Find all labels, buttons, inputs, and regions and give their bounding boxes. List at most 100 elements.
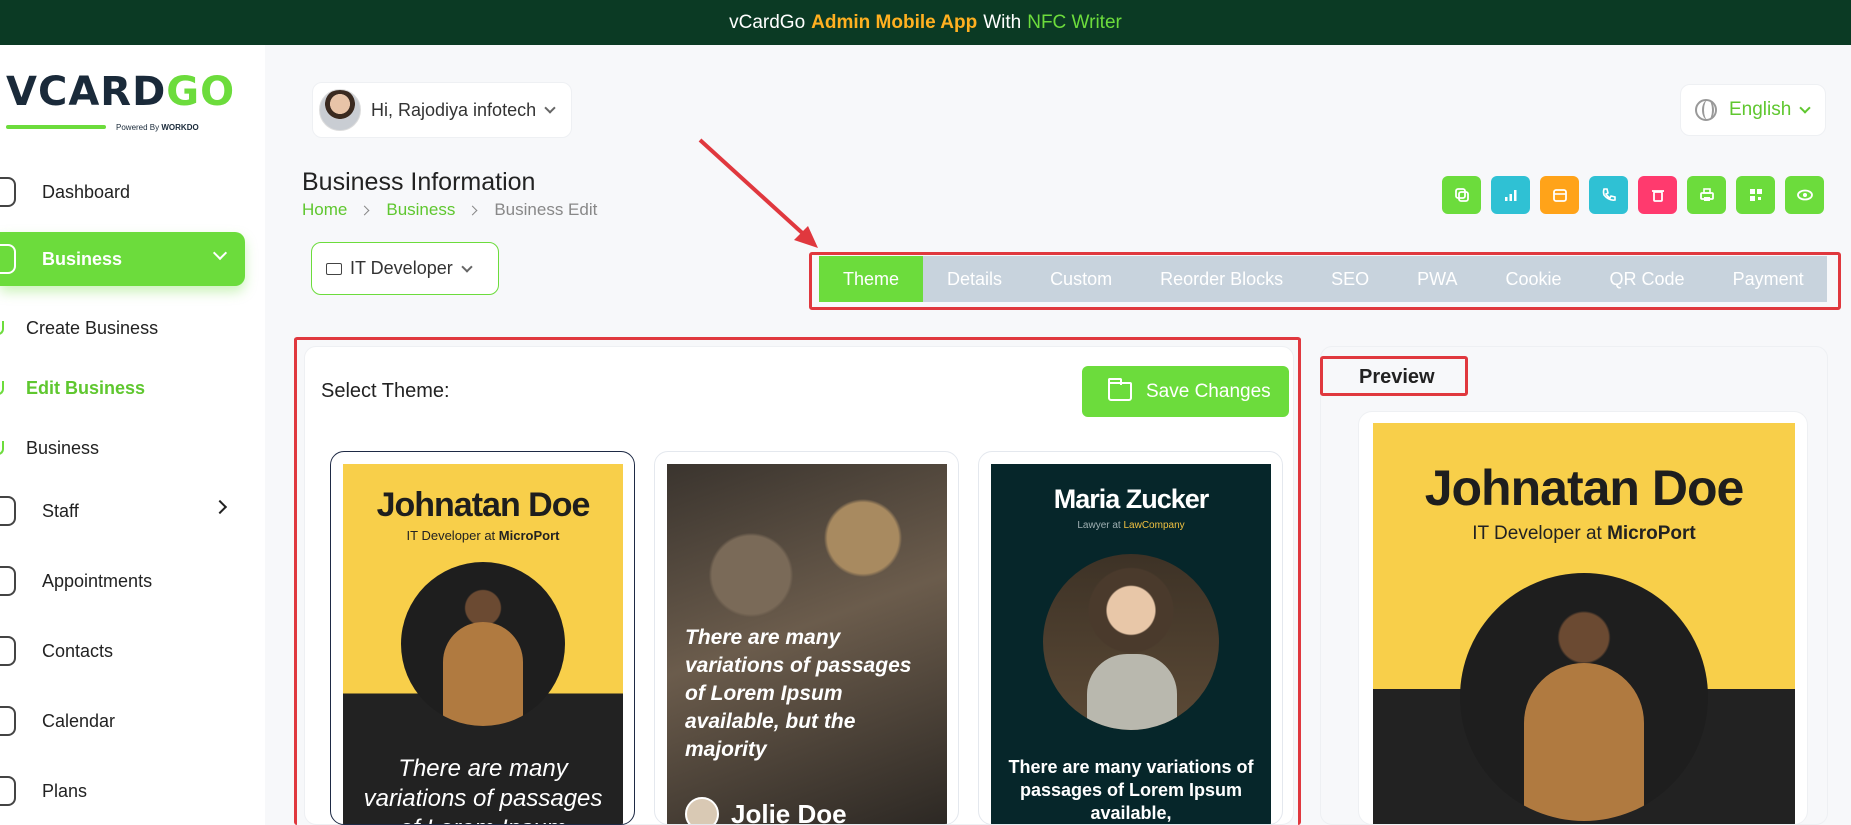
theme-quote: There are many variations of passages of… <box>685 626 912 761</box>
sidebar-item-staff[interactable]: Staff <box>0 484 245 538</box>
user-menu[interactable]: Hi, Rajodiya infotech <box>312 82 572 138</box>
eye-icon <box>1796 189 1813 201</box>
sidebar-subitem-label: Business <box>26 437 100 458</box>
plans-icon <box>0 776 16 806</box>
sidebar-item-business[interactable]: Business <box>0 232 245 286</box>
copy-icon <box>1454 188 1469 202</box>
sidebar-item-calendar[interactable]: Calendar <box>0 694 245 748</box>
theme-name: Maria Zucker <box>1053 484 1210 514</box>
preview-label: Preview <box>1359 366 1435 388</box>
business-icon <box>0 244 16 274</box>
theme-signature: Jolie Doe <box>685 797 847 824</box>
breadcrumb-business[interactable]: Business <box>386 200 455 220</box>
business-select[interactable]: IT Developer <box>311 242 499 295</box>
tree-branch-icon <box>0 321 4 335</box>
calendar-icon <box>1552 189 1567 202</box>
page-title: Business Information <box>302 168 536 196</box>
select-theme-label: Select Theme: <box>321 380 450 402</box>
sidebar-item-appointments[interactable]: Appointments <box>0 554 245 608</box>
sidebar-item-contacts[interactable]: Contacts <box>0 624 245 678</box>
contacts-icon <box>0 636 16 666</box>
preview-role: IT Developer at MicroPort <box>1472 523 1696 544</box>
preview-frame[interactable]: Johnatan Doe IT Developer at MicroPort <box>1358 411 1808 825</box>
sidebar-item-label: Dashboard <box>42 181 131 202</box>
analytics-button[interactable] <box>1491 176 1530 214</box>
breadcrumb-home[interactable]: Home <box>302 200 347 220</box>
tab-bar: Theme Details Custom Reorder Blocks SEO … <box>819 256 1827 302</box>
promo-banner[interactable]: vCardGo Admin Mobile App With NFC Writer <box>0 0 1851 45</box>
tab-custom[interactable]: Custom <box>1026 256 1136 302</box>
trash-icon <box>1651 190 1664 202</box>
avatar <box>685 797 719 824</box>
theme-thumbnail: Maria Zucker Lawyer at LawCompany There … <box>991 464 1271 824</box>
promo-text: vCardGo <box>729 11 806 33</box>
tab-cookie[interactable]: Cookie <box>1481 256 1585 302</box>
business-select-value: IT Developer <box>350 258 453 278</box>
user-greeting: Hi, Rajodiya infotech <box>371 99 537 120</box>
theme-card-2[interactable]: There are many variations of passages of… <box>654 451 959 825</box>
promo-highlight-app: Admin Mobile App <box>811 11 978 33</box>
promo-text-with: With <box>983 11 1022 33</box>
language-selector[interactable]: English <box>1680 84 1826 136</box>
tab-seo[interactable]: SEO <box>1307 256 1393 302</box>
sidebar-item-label: Plans <box>42 780 88 801</box>
theme-name: Johnatan Doe <box>376 486 591 524</box>
print-button[interactable] <box>1687 176 1726 214</box>
tab-payment[interactable]: Payment <box>1709 256 1828 302</box>
save-changes-button[interactable]: Save Changes <box>1082 366 1289 417</box>
profile-photo <box>1043 554 1219 730</box>
globe-icon <box>1695 99 1717 121</box>
tab-pwa[interactable]: PWA <box>1393 256 1481 302</box>
sidebar-item-label: Contacts <box>42 640 114 661</box>
breadcrumb-current: Business Edit <box>494 200 598 219</box>
sidebar-subitem-create-business[interactable]: Create Business <box>0 308 158 348</box>
language-label: English <box>1729 99 1792 120</box>
sidebar-item-dashboard[interactable]: Dashboard <box>0 165 245 219</box>
tree-branch-icon <box>0 381 4 395</box>
sidebar-item-plans[interactable]: Plans <box>0 764 245 818</box>
sidebar-item-label: Calendar <box>42 710 116 731</box>
sidebar-subitem-business[interactable]: Business <box>0 428 99 468</box>
sidebar-subitem-label: Create Business <box>26 317 159 338</box>
sidebar-subitem-edit-business[interactable]: Edit Business <box>0 368 145 408</box>
theme-quote: There are many variations of passages of… <box>1008 757 1254 823</box>
appointments-button[interactable] <box>1540 176 1579 214</box>
sidebar-item-label: Staff <box>42 500 79 521</box>
duplicate-button[interactable] <box>1442 176 1481 214</box>
annotation-arrow <box>698 138 818 248</box>
breadcrumb: Home Business Business Edit <box>302 200 597 220</box>
logo-wordmark: VCARDGO <box>6 69 236 115</box>
chevron-down-icon <box>212 245 228 261</box>
qr-icon <box>1749 189 1762 201</box>
chevron-right-icon <box>212 499 228 515</box>
tab-reorder-blocks[interactable]: Reorder Blocks <box>1136 256 1307 302</box>
theme-card-1[interactable]: Johnatan Doe IT Developer at MicroPort T… <box>330 451 635 825</box>
call-button[interactable] <box>1589 176 1628 214</box>
preview-name: Johnatan Doe <box>1424 460 1745 516</box>
theme-card-3[interactable]: Maria Zucker Lawyer at LawCompany There … <box>978 451 1283 825</box>
chevron-down-icon <box>1799 102 1811 114</box>
sidebar-item-label: Appointments <box>42 570 153 591</box>
appointments-icon <box>0 566 16 596</box>
theme-role: IT Developer at MicroPort <box>406 528 560 543</box>
tab-details[interactable]: Details <box>923 256 1026 302</box>
logo-powered-by: Powered By WORKDO <box>116 123 199 132</box>
theme-thumbnail: Johnatan Doe IT Developer at MicroPort T… <box>343 464 623 824</box>
folder-icon <box>1108 378 1132 401</box>
view-button[interactable] <box>1785 176 1824 214</box>
tree-branch-icon <box>0 441 4 455</box>
profile-photo <box>1460 573 1708 821</box>
delete-button[interactable] <box>1638 176 1677 214</box>
theme-quote: There are many variations of passages of… <box>363 755 603 824</box>
chevron-down-icon <box>461 260 473 273</box>
promo-highlight-nfc: NFC Writer <box>1027 11 1122 33</box>
theme-role: Lawyer at LawCompany <box>1077 520 1185 531</box>
qr-button[interactable] <box>1736 176 1775 214</box>
tab-theme[interactable]: Theme <box>819 256 924 302</box>
phone-icon <box>1602 188 1616 201</box>
tab-qr-code[interactable]: QR Code <box>1586 256 1709 302</box>
sidebar-item-label: Business <box>42 248 123 269</box>
logo[interactable]: VCARDGO Powered By WORKDO <box>6 65 234 135</box>
sidebar-subitem-label: Edit Business <box>26 377 146 398</box>
card-icon <box>326 262 342 275</box>
